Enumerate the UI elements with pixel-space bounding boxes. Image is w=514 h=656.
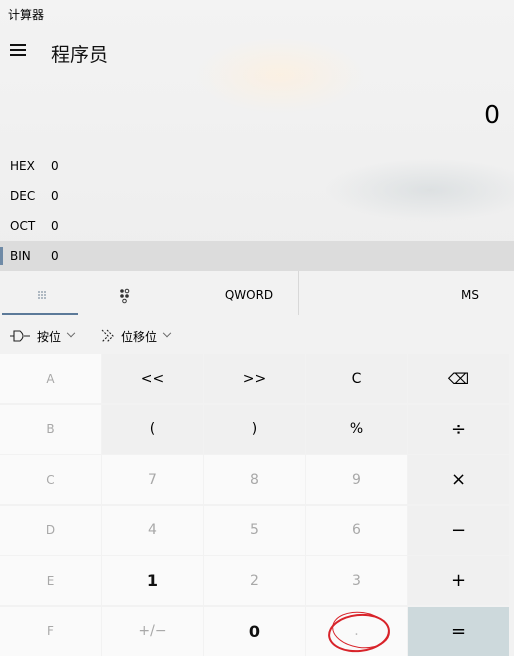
multiply-button[interactable]: × xyxy=(408,455,509,504)
bit-shift-dropdown[interactable]: 位移位 xyxy=(100,323,172,349)
chevron-down-icon xyxy=(66,328,76,338)
bitwise-dropdown[interactable]: 按位 xyxy=(10,323,76,349)
subtract-button[interactable]: − xyxy=(408,505,509,555)
digit-2-button[interactable]: 2 xyxy=(204,556,305,605)
divide-button[interactable]: ÷ xyxy=(408,404,509,454)
full-keypad-icon xyxy=(38,291,46,299)
bitwise-label: 按位 xyxy=(37,329,62,344)
memory-store-button[interactable]: MS xyxy=(426,271,514,315)
shift-left-button[interactable]: << xyxy=(102,354,203,403)
digit-7-button[interactable]: 7 xyxy=(102,455,203,504)
digit-0-button[interactable]: 0 xyxy=(204,606,305,656)
radix-bin-row[interactable]: BIN 0 xyxy=(0,241,514,271)
clear-button[interactable]: C xyxy=(306,354,407,403)
mode-title: 程序员 xyxy=(51,44,109,66)
hamburger-menu-icon[interactable] xyxy=(10,44,26,56)
chevron-down-icon xyxy=(162,328,172,338)
equals-button[interactable]: = xyxy=(408,606,509,656)
radix-value: 0 xyxy=(51,189,59,203)
tab-full-keypad[interactable] xyxy=(2,271,78,315)
backspace-button[interactable]: ⌫ xyxy=(408,354,509,403)
radix-label: OCT xyxy=(10,219,36,233)
window-title: 计算器 xyxy=(8,8,45,22)
radix-dec-row[interactable]: DEC 0 xyxy=(0,181,514,211)
negate-button[interactable]: +/− xyxy=(102,606,203,656)
result-display: 0 xyxy=(484,100,500,129)
digit-5-button[interactable]: 5 xyxy=(204,505,305,555)
radix-value: 0 xyxy=(51,249,59,263)
radix-value: 0 xyxy=(51,219,59,233)
key-c[interactable]: C xyxy=(0,455,101,504)
modulo-button[interactable]: % xyxy=(306,404,407,454)
digit-4-button[interactable]: 4 xyxy=(102,505,203,555)
word-size-button[interactable]: QWORD xyxy=(200,271,299,315)
operator-bar: 按位 位移位 xyxy=(0,323,514,349)
digit-6-button[interactable]: 6 xyxy=(306,505,407,555)
radix-hex-row[interactable]: HEX 0 xyxy=(0,151,514,181)
bit-toggle-keypad-icon xyxy=(120,288,130,304)
radix-oct-row[interactable]: OCT 0 xyxy=(0,211,514,241)
key-d[interactable]: D xyxy=(0,505,101,555)
digit-3-button[interactable]: 3 xyxy=(306,556,407,605)
radix-label: HEX xyxy=(10,159,35,173)
add-button[interactable]: + xyxy=(408,556,509,605)
key-b[interactable]: B xyxy=(0,404,101,454)
close-paren-button[interactable]: ) xyxy=(204,404,305,454)
key-e[interactable]: E xyxy=(0,556,101,605)
digit-1-button[interactable]: 1 xyxy=(102,556,203,605)
logic-gate-icon xyxy=(10,330,30,342)
bit-shift-label: 位移位 xyxy=(121,329,158,344)
digit-9-button[interactable]: 9 xyxy=(306,455,407,504)
key-a[interactable]: A xyxy=(0,354,101,403)
radix-label: DEC xyxy=(10,189,36,203)
open-paren-button[interactable]: ( xyxy=(102,404,203,454)
keypad: A << >> C ⌫ B()% ÷ C 7 8 9 × D 4 5 6− E 1 2 3 + F +/− 0. = xyxy=(0,354,514,656)
radix-label: BIN xyxy=(10,249,31,263)
bit-shift-icon xyxy=(101,329,114,343)
keypad-toolbar: QWORD MS xyxy=(0,271,514,317)
key-f[interactable]: F xyxy=(0,606,101,656)
digit-8-button[interactable]: 8 xyxy=(204,455,305,504)
tab-bit-toggle[interactable] xyxy=(90,271,160,315)
radix-value: 0 xyxy=(51,159,59,173)
shift-right-button[interactable]: >> xyxy=(204,354,305,403)
